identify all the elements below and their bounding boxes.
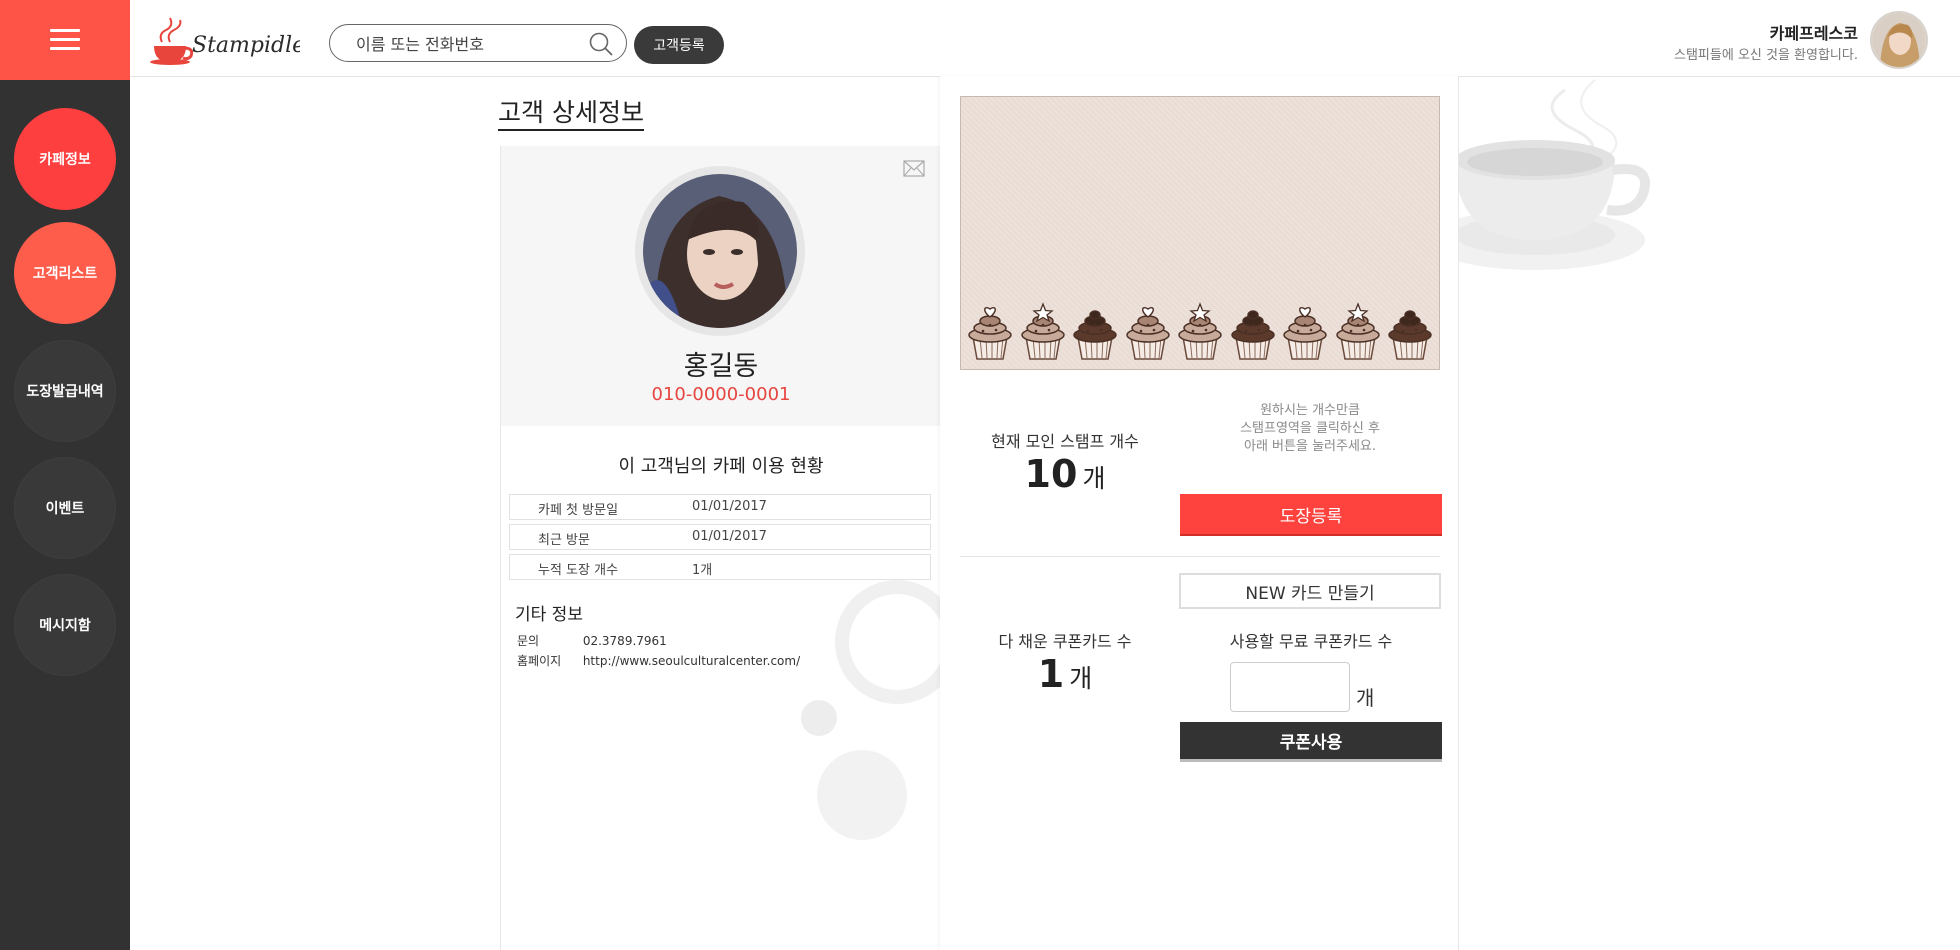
user-avatar[interactable]: [1870, 11, 1928, 69]
decorative-circle: [835, 580, 941, 704]
info-value: 1개: [692, 563, 713, 578]
etc-value[interactable]: http://www.seoulculturalcenter.com/: [583, 654, 800, 668]
cupcake-stamp-heart-icon[interactable]: [1123, 301, 1173, 361]
current-stamp-label: 현재 모인 스탬프 개수: [991, 432, 1139, 451]
stamp-count-number: 10: [1024, 452, 1078, 496]
free-coupon-unit: 개: [1356, 686, 1375, 710]
stamp-card-area[interactable]: [960, 96, 1440, 370]
stamp-panel: 현재 모인 스탬프 개수 10 개 원하시는 개수만큼 스탬프영역을 클릭하신 …: [940, 76, 1459, 950]
hint-line: 아래 버튼을 눌러주세요.: [1244, 439, 1376, 454]
sidebar-item-label: 도장발급내역: [26, 384, 104, 400]
search-input[interactable]: [354, 31, 578, 57]
full-coupon-label: 다 채운 쿠폰카드 수: [998, 632, 1132, 651]
etc-key: 문의: [517, 634, 540, 648]
stampidle-logo[interactable]: Stampidle: [148, 12, 300, 66]
etc-value: 02.3789.7961: [582, 634, 667, 648]
stamp-count-unit: 개: [1082, 464, 1106, 493]
coupon-count-unit: 개: [1069, 664, 1093, 693]
coupon-count-number: 1: [1037, 652, 1065, 696]
info-row-recent-visit: 최근 방문 01/01/2017: [509, 524, 931, 550]
cupcake-stamp-star-icon[interactable]: [1018, 301, 1068, 361]
cupcake-stamp-heart-icon[interactable]: [1280, 301, 1330, 361]
new-card-button[interactable]: NEW 카드 만들기: [1179, 573, 1441, 609]
cupcake-row: [965, 301, 1435, 361]
cupcake-stamp-star-icon[interactable]: [1333, 301, 1383, 361]
hamburger-icon: [50, 29, 80, 51]
sidebar-item-stamp-history[interactable]: 도장발급내역: [14, 340, 116, 442]
full-coupon-count: 1 개: [960, 652, 1170, 696]
profile-area: 홍길동 010-0000-0001: [501, 146, 941, 426]
sidebar-item-label: 이벤트: [45, 501, 85, 517]
usage-title: 이 고객님의 카페 이용 현황: [618, 456, 824, 477]
top-header: Stampidle 고객등록 카페프레스코 스탬피들에 오신 것을 환영합니다.: [0, 0, 1960, 80]
etc-row-homepage: 홈페이지 http://www.seoulculturalcenter.com/: [517, 652, 800, 669]
sidebar-item-label: 메시지함: [39, 618, 91, 634]
svg-text:Stampidle: Stampidle: [192, 33, 300, 58]
stamp-register-button[interactable]: 도장등록: [1180, 494, 1442, 536]
info-key: 최근 방문: [538, 533, 590, 548]
cupcake-stamp-heart-icon[interactable]: [965, 301, 1015, 361]
decorative-circle: [801, 700, 837, 736]
search-icon[interactable]: [588, 31, 614, 57]
free-coupon-input[interactable]: [1230, 662, 1350, 712]
customer-profile-photo: [643, 174, 797, 328]
sidebar-item-label: 고객리스트: [32, 266, 98, 282]
stamp-hint: 원하시는 개수만큼 스탬프영역을 클릭하신 후 아래 버튼을 눌러주세요.: [1180, 402, 1440, 456]
customer-detail-panel: 홍길동 010-0000-0001 이 고객님의 카페 이용 현황 카페 첫 방…: [500, 146, 942, 950]
cupcake-stamp-plain-icon[interactable]: [1385, 301, 1435, 361]
etc-key: 홈페이지: [517, 654, 562, 668]
decorative-circle: [817, 750, 907, 840]
etc-title: 기타 정보: [515, 605, 583, 625]
customer-name: 홍길동: [683, 351, 759, 382]
sidebar-item-cafe-info[interactable]: 카페정보: [14, 108, 116, 210]
info-key: 누적 도장 개수: [538, 563, 619, 578]
shop-name: 카페프레스코: [1769, 24, 1858, 43]
cupcake-stamp-plain-icon[interactable]: [1070, 301, 1120, 361]
coffee-cup-illustration: [1425, 79, 1650, 270]
search-box: [329, 24, 627, 62]
hint-line: 원하시는 개수만큼: [1260, 403, 1360, 418]
sidebar-item-messages[interactable]: 메시지함: [14, 574, 116, 676]
welcome-message: 스탬피들에 오신 것을 환영합니다.: [1674, 48, 1858, 63]
sidebar: 카페정보 고객리스트 도장발급내역 이벤트 메시지함: [0, 80, 130, 950]
sidebar-item-label: 카페정보: [39, 152, 91, 168]
use-coupon-button[interactable]: 쿠폰사용: [1180, 722, 1442, 762]
hamburger-menu-button[interactable]: [0, 0, 130, 80]
cupcake-stamp-plain-icon[interactable]: [1228, 301, 1278, 361]
info-key: 카페 첫 방문일: [538, 503, 619, 518]
info-row-total-stamps: 누적 도장 개수 1개: [509, 554, 931, 580]
info-value: 01/01/2017: [692, 529, 767, 544]
page-title: 고객 상세정보: [498, 98, 644, 131]
info-row-first-visit: 카페 첫 방문일 01/01/2017: [509, 494, 931, 520]
etc-row-contact: 문의 02.3789.7961: [517, 632, 667, 649]
divider: [960, 556, 1440, 557]
sidebar-item-event[interactable]: 이벤트: [14, 457, 116, 559]
register-customer-button[interactable]: 고객등록: [634, 26, 724, 64]
hint-line: 스탬프영역을 클릭하신 후: [1240, 421, 1380, 436]
customer-phone: 010-0000-0001: [651, 384, 791, 405]
current-stamp-count: 10 개: [960, 452, 1170, 496]
mail-icon[interactable]: [903, 160, 925, 177]
sidebar-item-customer-list[interactable]: 고객리스트: [14, 222, 116, 324]
cupcake-stamp-star-icon[interactable]: [1175, 301, 1225, 361]
info-value: 01/01/2017: [692, 499, 767, 514]
free-coupon-label: 사용할 무료 쿠폰카드 수: [1229, 632, 1393, 651]
